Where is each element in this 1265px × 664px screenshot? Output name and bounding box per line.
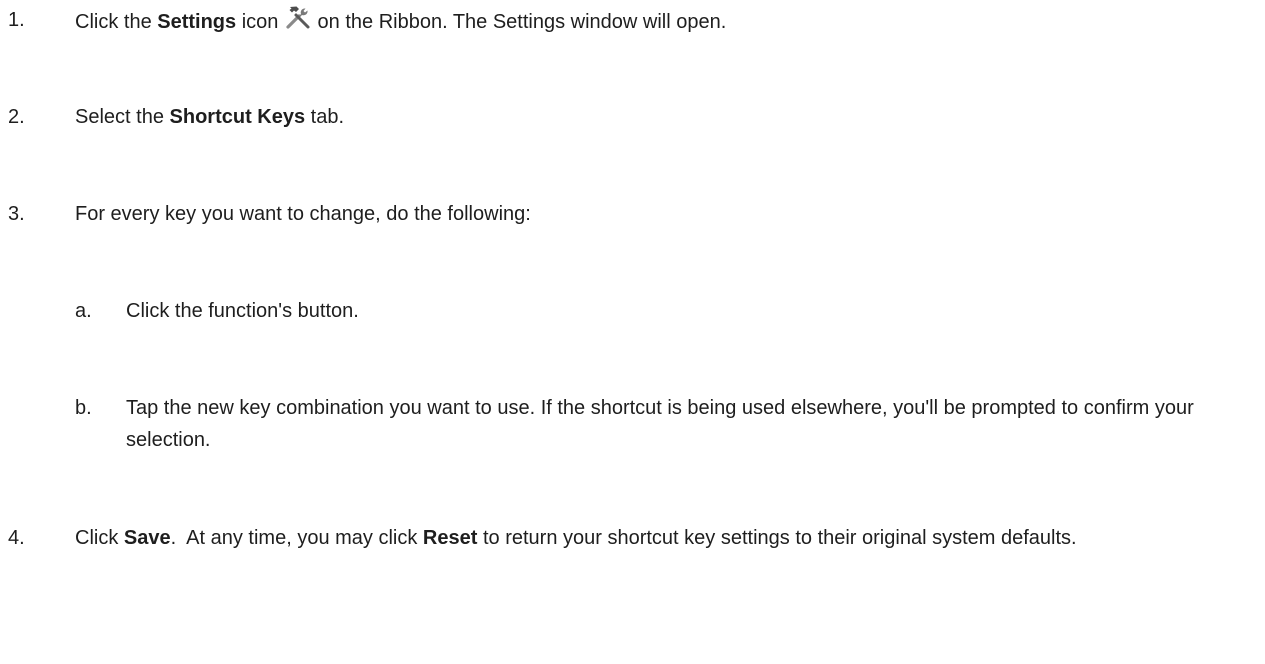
- step-text: Select the Shortcut Keys tab.: [75, 101, 1255, 133]
- step-text-part: Select the: [75, 106, 170, 128]
- step-number: 1.: [8, 9, 25, 31]
- step-text: For every key you want to change, do the…: [75, 203, 531, 225]
- step-text-part: tab.: [305, 106, 345, 128]
- step-text-part: Click: [75, 527, 124, 549]
- step-text-part: icon: [236, 11, 284, 33]
- step-number: 3.: [8, 203, 25, 225]
- step-text-part: on the Ribbon. The Settings window will …: [311, 11, 727, 33]
- hammer-wrench-icon: [286, 6, 310, 29]
- substep-text: Click the function's button.: [126, 300, 359, 322]
- step-text-part: to return your shortcut key settings to …: [477, 527, 1077, 549]
- step-text: Click the Settings icon on the Ribbon. T…: [75, 4, 1255, 38]
- step-text-part: . At any time, you may click: [170, 527, 423, 549]
- step-text-part: Click the: [75, 11, 158, 33]
- shortcut-keys-label: Shortcut Keys: [169, 106, 306, 128]
- substep-text: Tap the new key combination you want to …: [126, 397, 1194, 451]
- settings-label: Settings: [157, 11, 237, 33]
- step-number: 2.: [8, 106, 25, 128]
- save-label: Save: [123, 527, 171, 549]
- step-number: 4.: [8, 527, 25, 549]
- reset-label: Reset: [422, 527, 478, 549]
- step-text: Click Save. At any time, you may click R…: [75, 522, 1255, 554]
